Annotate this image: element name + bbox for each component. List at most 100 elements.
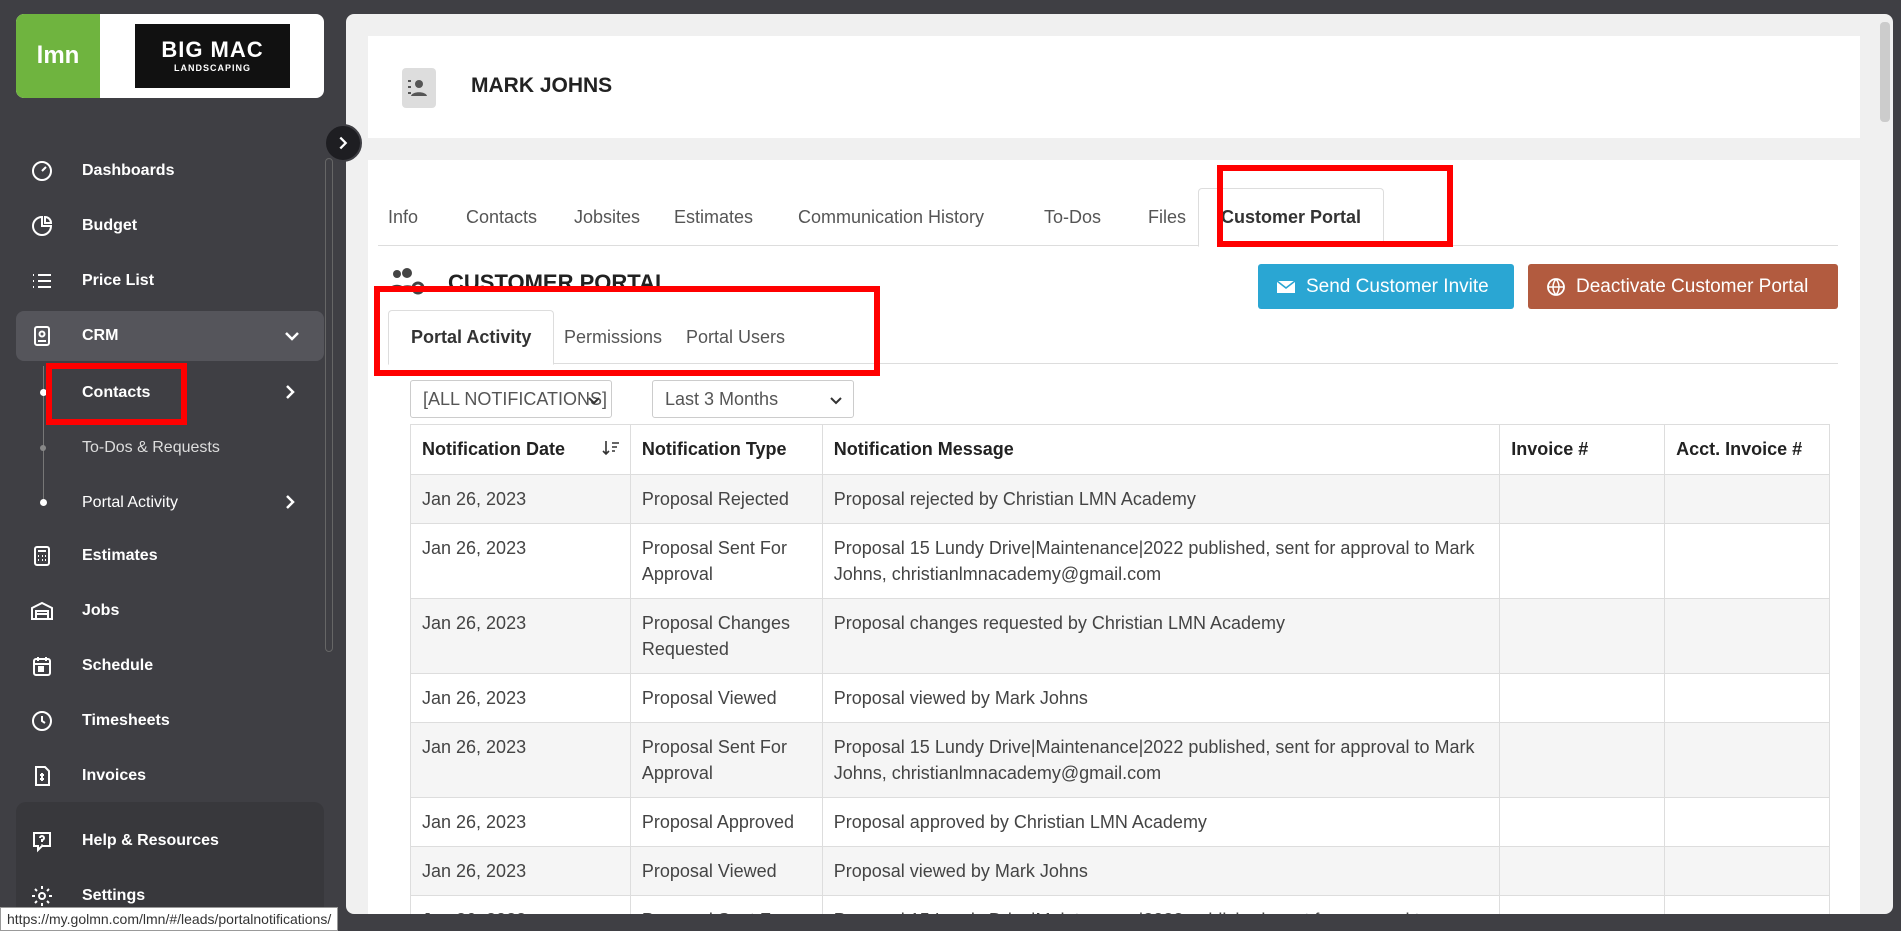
send-invite-label: Send Customer Invite — [1306, 275, 1489, 297]
table-row[interactable]: Jan 26, 2023 Proposal Sent For Approval … — [410, 722, 1830, 798]
tab-permissions[interactable]: Permissions — [564, 310, 662, 364]
table-row[interactable]: Jan 26, 2023 Proposal Sent For Approval … — [410, 895, 1830, 914]
date-range-value: Last 3 Months — [665, 388, 779, 409]
invoice-icon — [16, 764, 70, 788]
cell-date: Jan 26, 2023 — [410, 598, 631, 674]
table-row[interactable]: Jan 26, 2023 Proposal Viewed Proposal vi… — [410, 846, 1830, 896]
submenu-dot — [40, 499, 47, 506]
list-icon — [16, 269, 70, 293]
cell-message: Proposal 15 Lundy Drive|Maintenance|2022… — [821, 523, 1501, 599]
cell-acct-invoice — [1664, 895, 1830, 914]
globe-icon — [1547, 277, 1565, 296]
chevron-right-icon — [339, 136, 348, 150]
sidebar-label: Invoices — [82, 767, 147, 784]
sidebar-item-timesheets[interactable]: Timesheets — [16, 696, 324, 746]
cell-type: Proposal Sent For Approval — [629, 722, 823, 798]
cell-message: Proposal rejected by Christian LMN Acade… — [821, 474, 1501, 524]
table-row[interactable]: Jan 26, 2023 Proposal Changes Requested … — [410, 598, 1830, 674]
sidebar-item-schedule[interactable]: Schedule — [16, 641, 324, 691]
table-row[interactable]: Jan 26, 2023 Proposal Viewed Proposal vi… — [410, 673, 1830, 723]
submenu-line — [43, 366, 44, 506]
sidebar-item-estimates[interactable]: Estimates — [16, 531, 324, 581]
table-row[interactable]: Jan 26, 2023 Proposal Approved Proposal … — [410, 797, 1830, 847]
sidebar-item-invoices[interactable]: Invoices — [16, 751, 324, 801]
section-title: CUSTOMER PORTAL — [448, 270, 669, 295]
sidebar-label: Timesheets — [82, 712, 170, 729]
sidebar-item-todos[interactable]: To-Dos & Requests — [82, 428, 322, 468]
column-header-invoice[interactable]: Invoice # — [1499, 424, 1666, 475]
sidebar-item-jobs[interactable]: Jobs — [16, 586, 324, 636]
chevron-right-icon[interactable] — [280, 382, 300, 402]
chevron-right-icon[interactable] — [280, 492, 300, 512]
tab-contacts[interactable]: Contacts — [466, 188, 537, 246]
cell-invoice — [1499, 797, 1666, 847]
cell-date: Jan 26, 2023 — [410, 722, 631, 798]
lmn-logo[interactable]: lmn — [16, 14, 100, 98]
column-header-label: Notification Date — [422, 439, 566, 459]
main-scrollbar[interactable] — [1880, 22, 1890, 122]
cell-invoice — [1499, 722, 1666, 798]
chevron-down-icon — [588, 397, 600, 405]
tab-communication-history[interactable]: Communication History — [798, 188, 984, 246]
cell-type: Proposal Changes Requested — [629, 598, 823, 674]
id-badge-icon — [16, 324, 70, 348]
submenu-dot — [40, 445, 46, 451]
users-gear-icon — [389, 268, 425, 295]
tab-portal-users[interactable]: Portal Users — [686, 310, 785, 364]
contact-name: MARK JOHNS — [471, 74, 613, 97]
notifications-table: Notification Date Notification Type Noti… — [410, 424, 1830, 914]
notification-type-select[interactable]: [ALL NOTIFICATIONS] — [410, 380, 612, 418]
sidebar-label: To-Dos & Requests — [82, 439, 220, 456]
cell-invoice — [1499, 895, 1666, 914]
sidebar-label: Price List — [82, 272, 155, 289]
cell-acct-invoice — [1664, 846, 1830, 896]
tab-info[interactable]: Info — [388, 188, 418, 246]
cell-type: Proposal Approved — [629, 797, 823, 847]
sidebar-item-help[interactable]: Help & Resources — [16, 816, 324, 866]
sidebar-item-dashboards[interactable]: Dashboards — [16, 146, 324, 196]
company-logo-sub: LANDSCAPING — [173, 63, 251, 73]
contact-card-icon — [402, 68, 436, 108]
sort-descending-icon[interactable] — [602, 439, 620, 457]
notification-type-value: [ALL NOTIFICATIONS] — [423, 388, 608, 409]
sidebar-item-crm[interactable]: CRM — [16, 311, 324, 361]
tab-todos[interactable]: To-Dos — [1044, 188, 1101, 246]
help-icon — [16, 829, 70, 853]
sidebar-item-price-list[interactable]: Price List — [16, 256, 324, 306]
tab-portal-activity[interactable]: Portal Activity — [388, 310, 555, 365]
chevron-down-icon — [285, 332, 299, 341]
sidebar-label: CRM — [82, 327, 119, 344]
tab-estimates[interactable]: Estimates — [674, 188, 753, 246]
send-invite-button[interactable]: Send Customer Invite — [1258, 264, 1514, 309]
tab-files[interactable]: Files — [1148, 188, 1186, 246]
sidebar-label: Jobs — [82, 602, 120, 619]
cell-invoice — [1499, 474, 1666, 524]
sidebar-label: Estimates — [82, 547, 158, 564]
tab-jobsites[interactable]: Jobsites — [574, 188, 640, 246]
calculator-icon — [16, 544, 70, 568]
cell-date: Jan 26, 2023 — [410, 673, 631, 723]
date-range-select[interactable]: Last 3 Months — [652, 380, 854, 418]
chevron-down-icon — [830, 397, 842, 405]
company-logo: BIG MAC LANDSCAPING — [135, 24, 290, 88]
deactivate-portal-button[interactable]: Deactivate Customer Portal — [1528, 264, 1838, 309]
table-row[interactable]: Jan 26, 2023 Proposal Sent For Approval … — [410, 523, 1830, 599]
cell-acct-invoice — [1664, 722, 1830, 798]
column-header-message[interactable]: Notification Message — [821, 424, 1501, 475]
cell-message: Proposal approved by Christian LMN Acade… — [821, 797, 1501, 847]
table-row[interactable]: Jan 26, 2023 Proposal Rejected Proposal … — [410, 474, 1830, 524]
sidebar-label: Dashboards — [82, 162, 175, 179]
company-logo-name: BIG MAC — [161, 37, 264, 62]
deactivate-portal-label: Deactivate Customer Portal — [1576, 275, 1809, 297]
column-header-type[interactable]: Notification Type — [629, 424, 823, 475]
contact-tabs: Info Contacts Jobsites Estimates Communi… — [378, 188, 1838, 247]
brand-logos[interactable]: lmn BIG MAC LANDSCAPING — [16, 14, 324, 98]
column-header-acct-invoice[interactable]: Acct. Invoice # — [1664, 424, 1830, 475]
column-header-date[interactable]: Notification Date — [410, 424, 631, 475]
cell-invoice — [1499, 673, 1666, 723]
sidebar-item-budget[interactable]: Budget — [16, 201, 324, 251]
sidebar-toggle-button[interactable] — [324, 124, 362, 162]
tab-customer-portal[interactable]: Customer Portal — [1198, 188, 1385, 247]
cell-acct-invoice — [1664, 598, 1830, 674]
sidebar-scrollbar[interactable] — [325, 158, 333, 652]
